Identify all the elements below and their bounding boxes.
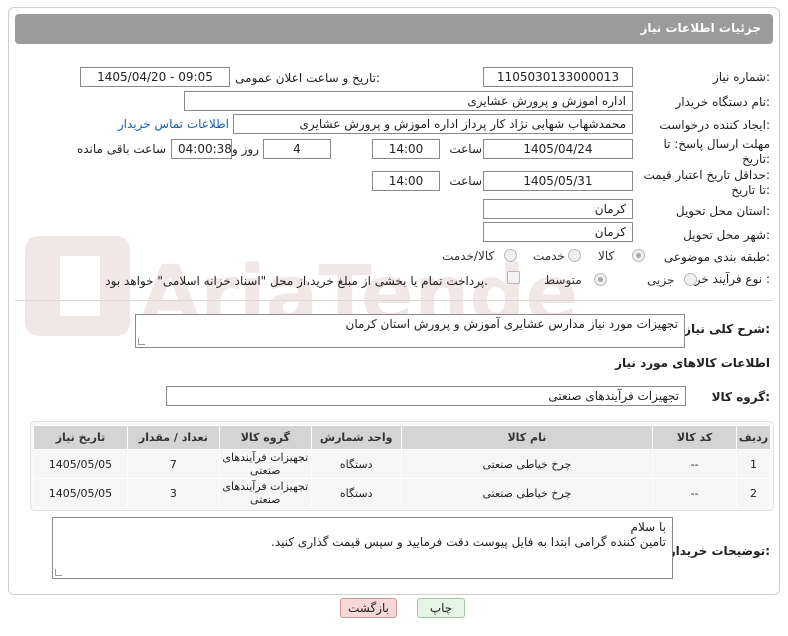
col-name: نام کالا bbox=[400, 425, 654, 450]
buyer-org-label: نام دستگاه خریدار: bbox=[675, 95, 771, 109]
resize-handle-icon[interactable] bbox=[138, 338, 145, 345]
category-option-service: خدمت bbox=[533, 249, 565, 263]
cell-quantity: 3 bbox=[126, 478, 220, 508]
description-textarea[interactable]: تجهیزات مورد نیاز مدارس عشایری آموزش و پ… bbox=[135, 314, 685, 348]
need-number-field: 1105030133000013 bbox=[483, 67, 633, 87]
separator-line bbox=[15, 300, 773, 301]
col-unit: واحد شمارش bbox=[310, 425, 402, 450]
announce-label: تاریخ و ساعت اعلان عمومی: bbox=[235, 71, 380, 85]
category-option-goods-service: کالا/خدمت bbox=[442, 249, 495, 263]
cell-date: 1405/05/05 bbox=[33, 478, 128, 508]
days-label: روز و bbox=[232, 142, 259, 156]
buyer-notes-line1: با سلام bbox=[630, 520, 666, 534]
process-radio-medium[interactable] bbox=[594, 273, 607, 286]
col-row: ردیف bbox=[736, 425, 771, 450]
validity-label-line1: حداقل تاریخ اعتبار قیمت: bbox=[643, 168, 770, 182]
panel-title: جزئیات اطلاعات نیاز bbox=[640, 21, 761, 35]
validity-label: حداقل تاریخ اعتبار قیمت: تا تاریخ: bbox=[643, 168, 770, 198]
category-option-goods: کالا bbox=[598, 249, 615, 263]
province-field: کرمان bbox=[483, 199, 633, 219]
description-label: شرح کلی نیاز: bbox=[684, 322, 770, 336]
cell-code: -- bbox=[652, 449, 738, 479]
goods-section-title: اطلاعات کالاهای مورد نیاز bbox=[615, 356, 770, 370]
cell-row: 1 bbox=[736, 449, 771, 479]
description-text: تجهیزات مورد نیاز مدارس عشایری آموزش و پ… bbox=[345, 317, 678, 331]
table-row: 1 -- چرخ خیاطی صنعتی دستگاه تجهیزات فرآی… bbox=[33, 449, 771, 479]
cell-group: تجهیزات فرآیندهای صنعتی bbox=[218, 478, 312, 508]
cell-date: 1405/05/05 bbox=[33, 449, 128, 479]
validity-label-line2: تا تاریخ: bbox=[731, 183, 770, 197]
validity-time-field: 14:00 bbox=[372, 171, 440, 191]
need-number-label: شماره نیاز: bbox=[712, 70, 770, 84]
remaining-label: ساعت باقی مانده bbox=[76, 142, 166, 156]
process-option-minor: جزیی bbox=[647, 273, 675, 287]
announce-field: 1405/04/20 - 09:05 bbox=[80, 67, 230, 87]
process-option-medium: متوسط bbox=[544, 273, 582, 287]
province-label: استان محل تحویل: bbox=[675, 204, 770, 218]
deadline-label: مهلت ارسال پاسخ: تا تاریخ: bbox=[663, 137, 770, 167]
col-date: تاریخ نیاز bbox=[33, 425, 128, 450]
buyer-notes-line2: تامین کننده گرامی ابتدا به فایل پیوست دق… bbox=[271, 535, 666, 549]
col-quantity: تعداد / مقدار bbox=[126, 425, 220, 450]
buyer-notes-textarea[interactable]: با سلام تامین کننده گرامی ابتدا به فایل … bbox=[52, 517, 673, 579]
panel-header: جزئیات اطلاعات نیاز bbox=[15, 14, 773, 44]
deadline-date-field: 1405/04/24 bbox=[483, 139, 633, 159]
process-radio-minor[interactable] bbox=[684, 273, 697, 286]
creator-label: ایجاد کننده درخواست: bbox=[659, 118, 770, 132]
cell-unit: دستگاه bbox=[310, 449, 402, 479]
deadline-label-line2: تاریخ: bbox=[742, 152, 770, 166]
category-radio-service[interactable] bbox=[568, 249, 581, 262]
category-radio-goods-service[interactable] bbox=[504, 249, 517, 262]
cell-group: تجهیزات فرآیندهای صنعتی bbox=[218, 449, 312, 479]
cell-name: چرخ خیاطی صنعتی bbox=[400, 478, 654, 508]
print-button[interactable]: چاپ bbox=[417, 598, 465, 618]
cell-code: -- bbox=[652, 478, 738, 508]
cell-unit: دستگاه bbox=[310, 478, 402, 508]
cell-quantity: 7 bbox=[126, 449, 220, 479]
treasury-payment-checkbox[interactable] bbox=[507, 271, 520, 284]
items-table-header: ردیف کد کالا نام کالا واحد شمارش گروه کا… bbox=[33, 425, 771, 450]
goods-group-field: تجهیزات فرآیندهای صنعتی bbox=[166, 386, 686, 406]
deadline-time-label: ساعت bbox=[449, 142, 482, 156]
category-label: طبقه بندی موضوعی: bbox=[663, 250, 770, 264]
days-field: 4 bbox=[263, 139, 331, 159]
validity-date-field: 1405/05/31 bbox=[483, 171, 633, 191]
process-label: نوع فرآیند خرید : bbox=[685, 272, 770, 286]
back-button[interactable]: بازگشت bbox=[340, 598, 397, 618]
items-table: ردیف کد کالا نام کالا واحد شمارش گروه کا… bbox=[33, 425, 771, 508]
goods-group-label: گروه کالا: bbox=[711, 390, 770, 404]
creator-field: محمدشهاب شهابی نژاد کار پرداز اداره اموز… bbox=[233, 114, 633, 134]
validity-time-label: ساعت bbox=[449, 174, 482, 188]
city-label: شهر محل تحویل: bbox=[683, 228, 770, 242]
col-group: گروه کالا bbox=[218, 425, 312, 450]
table-row: 2 -- چرخ خیاطی صنعتی دستگاه تجهیزات فرآی… bbox=[33, 478, 771, 508]
buyer-notes-label: توضیحات خریدار: bbox=[668, 544, 770, 558]
city-field: کرمان bbox=[483, 222, 633, 242]
col-code: کد کالا bbox=[652, 425, 738, 450]
buyer-org-field: اداره اموزش و پرورش عشایری bbox=[184, 91, 633, 111]
deadline-time-field: 14:00 bbox=[372, 139, 440, 159]
resize-handle-icon[interactable] bbox=[55, 569, 62, 576]
category-radio-goods[interactable] bbox=[632, 249, 645, 262]
cell-row: 2 bbox=[736, 478, 771, 508]
cell-name: چرخ خیاطی صنعتی bbox=[400, 449, 654, 479]
deadline-label-line1: مهلت ارسال پاسخ: تا bbox=[663, 137, 770, 151]
contact-info-link[interactable]: اطلاعات تماس خریدار bbox=[118, 117, 229, 131]
remaining-time-field: 04:00:38 bbox=[171, 139, 232, 159]
treasury-payment-note: پرداخت تمام یا بخشی از مبلغ خرید،از محل … bbox=[105, 274, 488, 288]
